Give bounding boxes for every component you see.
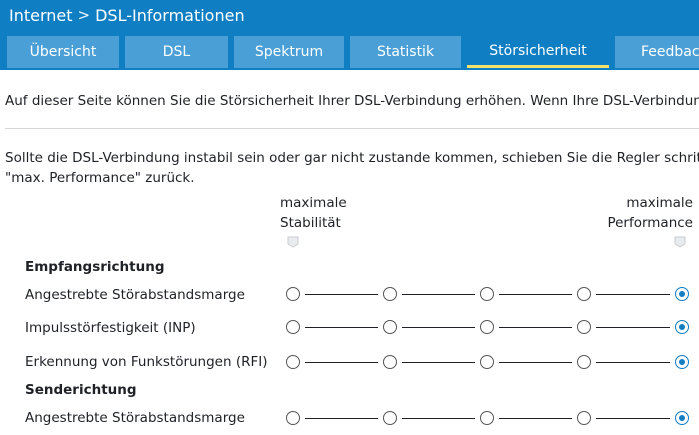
scale-track-segment — [499, 327, 572, 328]
instruction-text: Sollte die DSL-Verbindung instabil sein … — [5, 148, 699, 188]
scale-radio-2[interactable] — [383, 355, 397, 369]
intro-text: Auf dieser Seite können Sie die Störsich… — [5, 93, 699, 109]
scale-track-segment — [402, 294, 475, 295]
scale-label-stability: maximale Stabilität — [280, 193, 347, 233]
row-label-receive-snr-margin: Angestrebte Störabstandsmarge — [25, 287, 245, 303]
row-label-rfi: Erkennung von Funkstörungen (RFI) — [25, 354, 268, 370]
scale-track-segment — [402, 362, 475, 363]
scale-radio-4[interactable] — [577, 287, 591, 301]
scale-track-segment — [499, 418, 572, 419]
scale-receive-snr-margin[interactable] — [286, 287, 689, 301]
tab-uebersicht[interactable]: Übersicht — [7, 36, 119, 68]
slider-marker-left-icon — [287, 236, 299, 248]
scale-radio-1[interactable] — [286, 287, 300, 301]
scale-track-segment — [305, 362, 378, 363]
scale-track-segment — [402, 418, 475, 419]
section-title-send: Senderichtung — [25, 382, 137, 398]
instruction-line-2: "max. Performance" zurück. — [5, 170, 195, 186]
scale-label-stability-line2: Stabilität — [280, 215, 341, 231]
scale-track-segment — [499, 362, 572, 363]
breadcrumb-current: DSL-Informationen — [95, 5, 245, 25]
breadcrumb-separator-icon: > — [77, 6, 91, 24]
scale-track-segment — [305, 327, 378, 328]
scale-track-segment — [596, 327, 670, 328]
scale-track-segment — [596, 362, 670, 363]
scale-track-segment — [499, 294, 572, 295]
scale-radio-4[interactable] — [577, 355, 591, 369]
breadcrumb: Internet > DSL-Informationen — [9, 4, 245, 26]
tab-stoersicherheit[interactable]: Störsicherheit — [467, 36, 609, 68]
row-label-send-snr-margin: Angestrebte Störabstandsmarge — [25, 410, 245, 426]
tab-dsl[interactable]: DSL — [125, 36, 228, 68]
scale-radio-5[interactable] — [675, 287, 689, 301]
scale-send-snr-margin[interactable] — [286, 411, 689, 425]
tab-bar: Übersicht DSL Spektrum Statistik Störsic… — [7, 36, 699, 68]
section-title-receive: Empfangsrichtung — [25, 259, 165, 275]
scale-track-segment — [596, 294, 670, 295]
scale-radio-3[interactable] — [480, 355, 494, 369]
scale-track-segment — [305, 418, 378, 419]
instruction-line-1: Sollte die DSL-Verbindung instabil sein … — [5, 150, 699, 166]
scale-radio-3[interactable] — [480, 320, 494, 334]
slider-marker-right-icon — [674, 236, 686, 248]
scale-inp[interactable] — [286, 320, 689, 334]
scale-radio-4[interactable] — [577, 411, 591, 425]
scale-radio-5[interactable] — [675, 411, 689, 425]
breadcrumb-parent[interactable]: Internet — [9, 6, 73, 25]
scale-radio-3[interactable] — [480, 287, 494, 301]
divider — [5, 128, 699, 129]
scale-radio-1[interactable] — [286, 320, 300, 334]
scale-label-performance-line1: maximale — [626, 195, 693, 211]
scale-label-performance: maximale Performance — [607, 193, 693, 233]
scale-radio-1[interactable] — [286, 411, 300, 425]
scale-radio-2[interactable] — [383, 287, 397, 301]
scale-radio-4[interactable] — [577, 320, 591, 334]
scale-track-segment — [402, 327, 475, 328]
tab-spektrum[interactable]: Spektrum — [234, 36, 344, 68]
scale-radio-2[interactable] — [383, 320, 397, 334]
scale-radio-1[interactable] — [286, 355, 300, 369]
row-label-inp: Impulsstörfestigkeit (INP) — [25, 320, 196, 336]
scale-radio-3[interactable] — [480, 411, 494, 425]
scale-label-stability-line1: maximale — [280, 195, 347, 211]
scale-radio-5[interactable] — [675, 320, 689, 334]
scale-label-performance-line2: Performance — [607, 215, 693, 231]
tab-statistik[interactable]: Statistik — [350, 36, 461, 68]
scale-rfi[interactable] — [286, 355, 689, 369]
scale-radio-2[interactable] — [383, 411, 397, 425]
scale-radio-5[interactable] — [675, 355, 689, 369]
scale-track-segment — [596, 418, 670, 419]
scale-track-segment — [305, 294, 378, 295]
tab-feedback[interactable]: Feedback — [615, 36, 699, 68]
header-bar: Internet > DSL-Informationen Übersicht D… — [0, 0, 699, 70]
